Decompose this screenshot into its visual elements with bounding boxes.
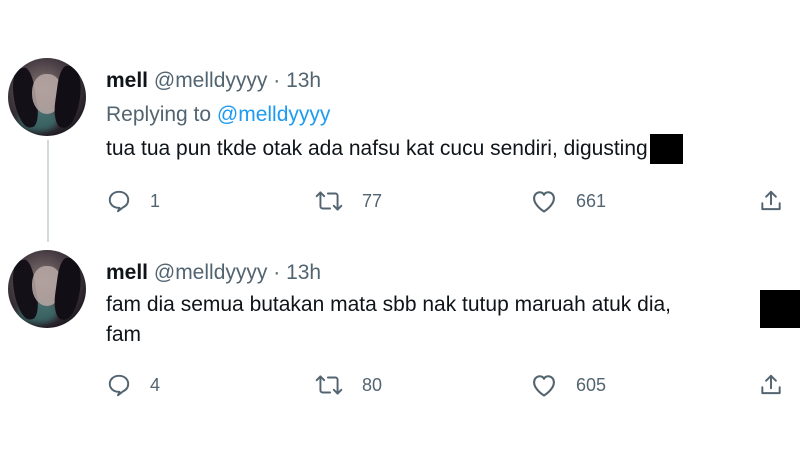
separator-dot: · — [273, 69, 281, 92]
retweet-icon — [314, 188, 344, 214]
heart-icon — [530, 188, 558, 214]
reply-count: 1 — [150, 190, 161, 211]
like-button[interactable]: 605 — [530, 370, 606, 400]
like-count: 605 — [576, 374, 607, 395]
retweet-count: 77 — [362, 190, 383, 211]
retweet-button[interactable]: 80 — [314, 370, 382, 400]
retweet-button[interactable]: 77 — [314, 186, 382, 216]
tweet-text: tua tua pun tkde otak ada nafsu kat cucu… — [106, 134, 746, 165]
avatar[interactable] — [8, 58, 86, 136]
redaction-block — [760, 290, 800, 328]
user-handle[interactable]: @melldyyyy — [154, 69, 268, 92]
heart-icon — [530, 372, 558, 398]
tweet-actions: 4 80 605 — [106, 370, 796, 400]
mention-link[interactable]: @melldyyyy — [217, 103, 331, 126]
separator-dot: · — [273, 261, 281, 284]
retweet-count: 80 — [362, 374, 383, 395]
reply-count: 4 — [150, 374, 161, 395]
retweet-icon — [314, 372, 344, 398]
timestamp[interactable]: 13h — [286, 261, 321, 284]
tweet-actions: 1 77 661 — [106, 186, 796, 216]
reply-icon — [106, 372, 132, 398]
share-icon — [758, 372, 784, 398]
avatar[interactable] — [8, 250, 86, 328]
tweet-text: fam dia semua butakan mata sbb nak tutup… — [106, 290, 800, 350]
user-handle[interactable]: @melldyyyy — [154, 261, 268, 284]
tweet-text-content: tua tua pun tkde otak ada nafsu kat cucu… — [106, 137, 648, 160]
tweet-header: mell @melldyyyy · 13h — [106, 68, 321, 94]
like-count: 661 — [576, 190, 607, 211]
tweet-text-line: fam dia semua butakan mata sbb nak tutup… — [106, 293, 672, 316]
reply-icon — [106, 188, 132, 214]
share-button[interactable] — [758, 370, 784, 400]
reply-button[interactable]: 4 — [106, 370, 160, 400]
thread-connector-line — [47, 140, 49, 242]
timestamp[interactable]: 13h — [286, 69, 321, 92]
display-name[interactable]: mell — [106, 261, 148, 284]
like-button[interactable]: 661 — [530, 186, 606, 216]
reply-button[interactable]: 1 — [106, 186, 160, 216]
tweet-header: mell @melldyyyy · 13h — [106, 260, 321, 286]
share-icon — [758, 188, 784, 214]
replying-to-label: Replying to — [106, 103, 212, 126]
redaction-block — [649, 134, 683, 165]
share-button[interactable] — [758, 186, 784, 216]
display-name[interactable]: mell — [106, 69, 148, 92]
replying-to-line: Replying to @melldyyyy — [106, 102, 330, 128]
tweet-text-line: fam — [106, 323, 142, 346]
